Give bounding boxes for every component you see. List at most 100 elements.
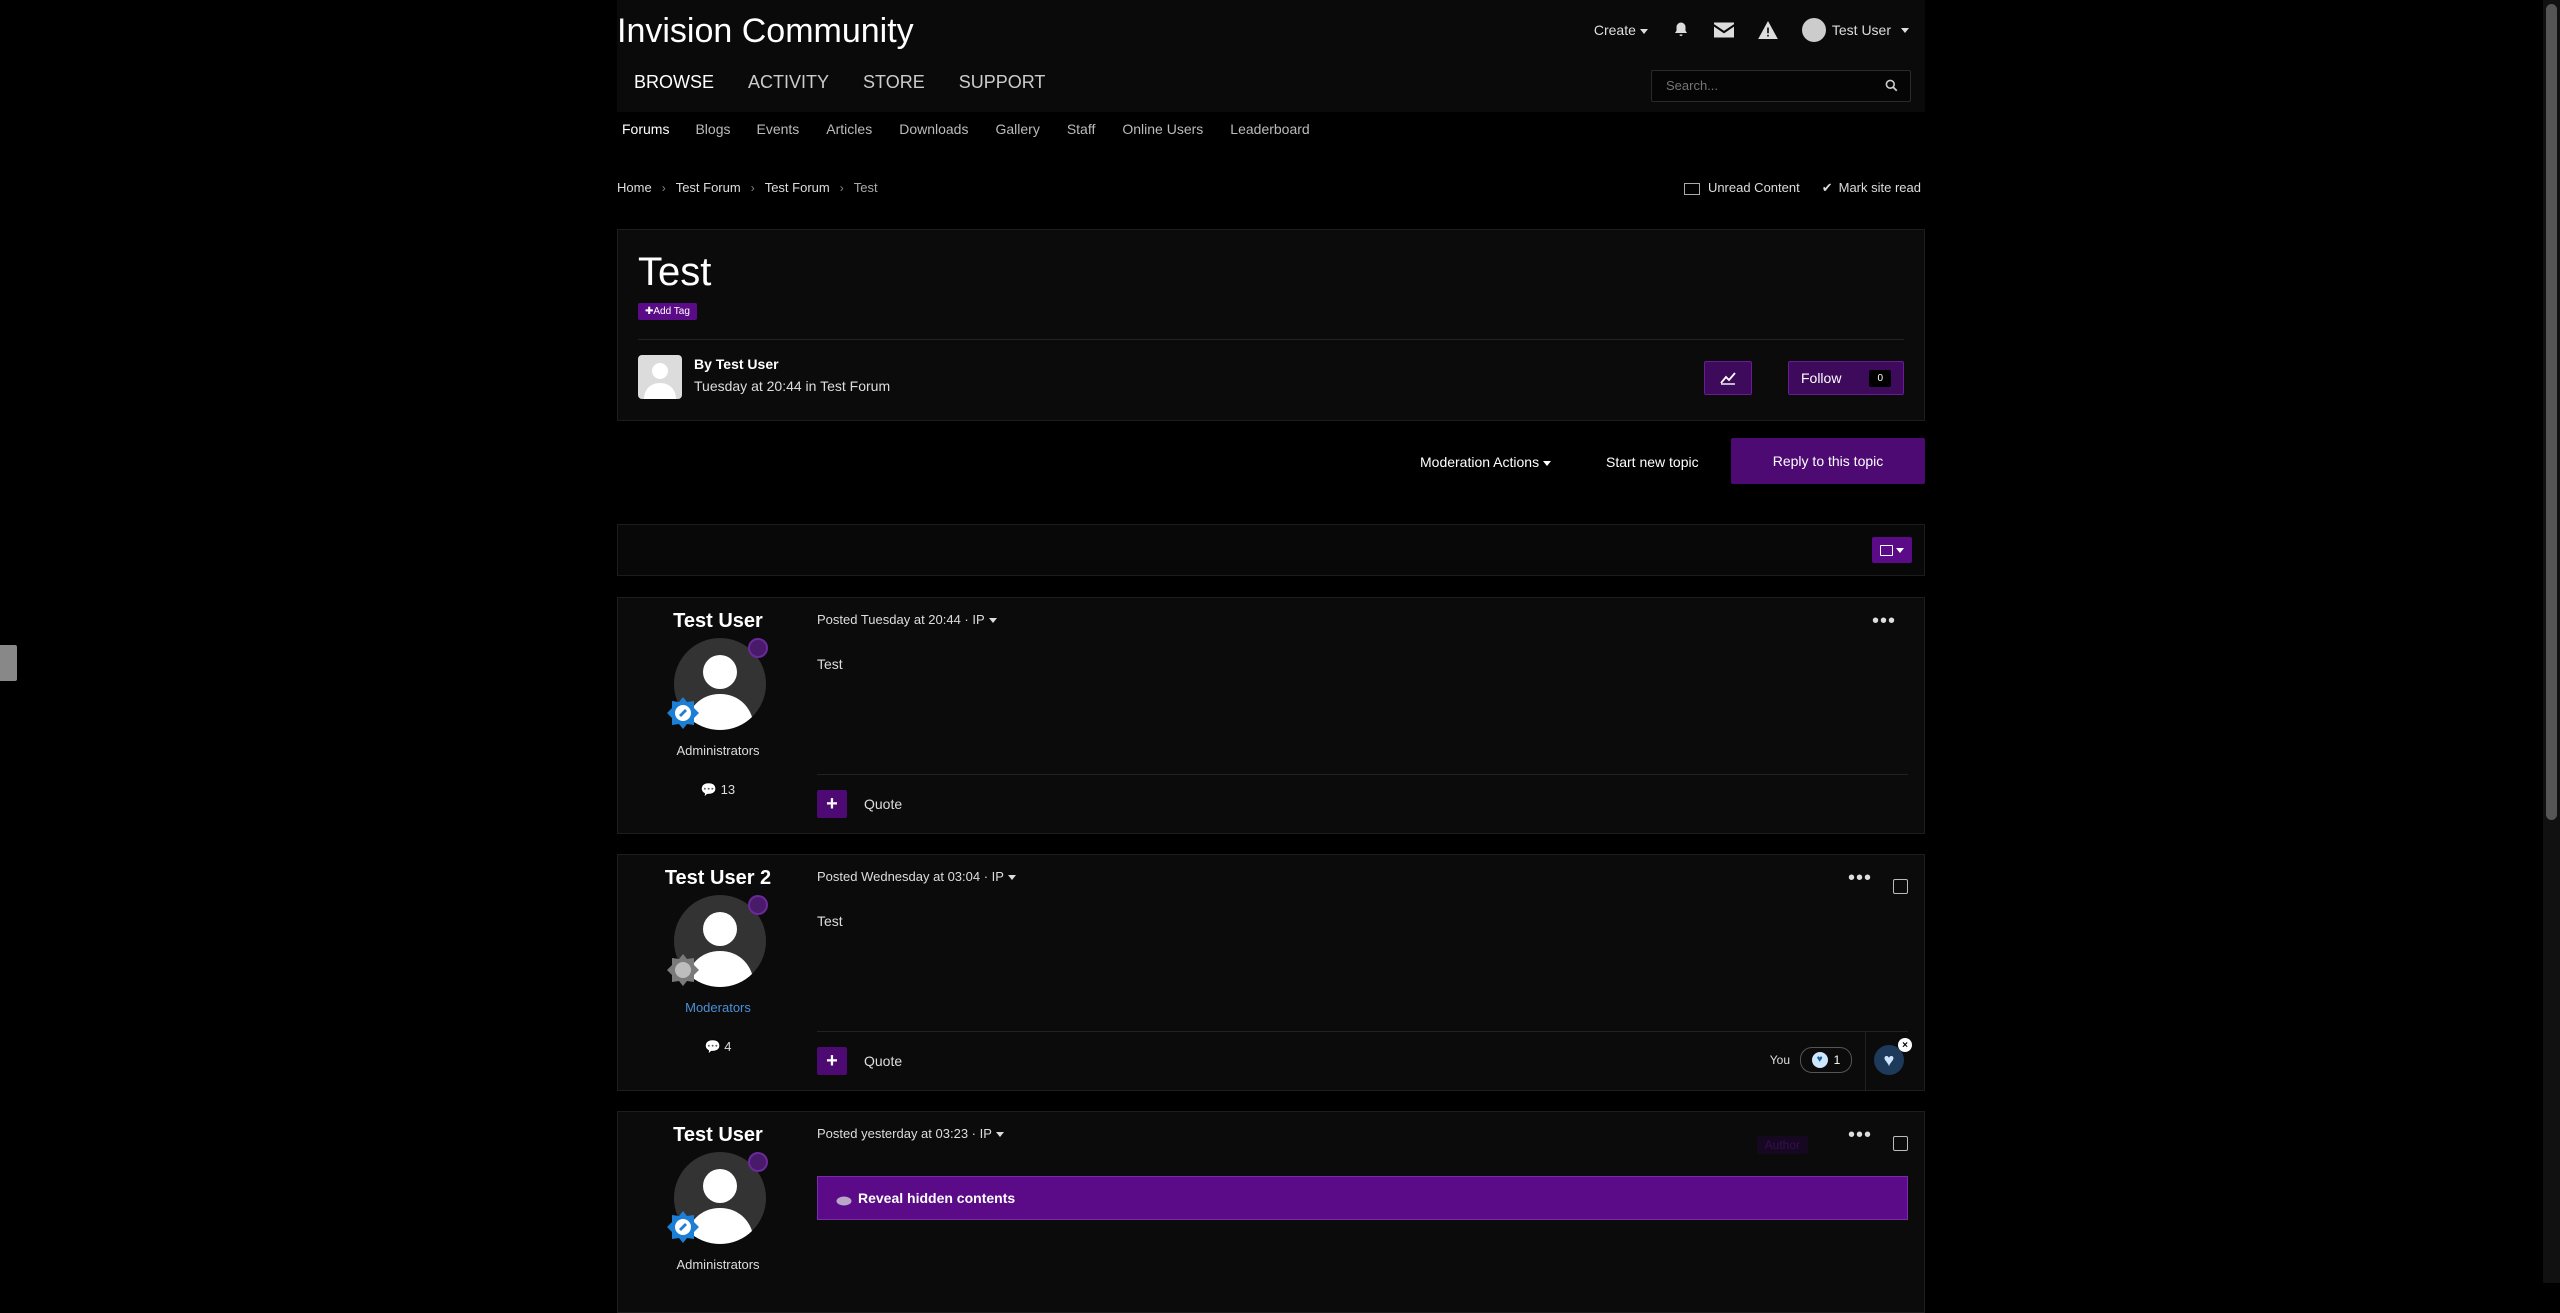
post-meta: Posted Tuesday at 20:44 · IP [817,612,997,627]
follow-count: 0 [1869,369,1892,387]
sub-nav-forums[interactable]: Forums [619,112,672,148]
author-badge: Author [1756,1136,1808,1154]
scrollbar-thumb[interactable] [2546,4,2557,820]
bell-icon[interactable] [1672,21,1690,39]
reaction-count: 1 [1833,1053,1841,1067]
rank-badge-icon [666,953,700,987]
newspaper-icon [1683,182,1700,195]
page-title: Test [638,250,712,294]
chevron-down-icon[interactable] [995,1132,1004,1138]
site-logo[interactable]: Invision Community [617,12,914,51]
checkbox-icon [1880,544,1893,556]
tab-activity[interactable]: ACTIVITY [731,72,846,93]
search-icon[interactable] [1885,79,1898,97]
unread-content-link[interactable]: Unread Content [1683,180,1800,196]
chevron-down-icon[interactable] [1007,875,1016,881]
more-options-icon[interactable]: ••• [1872,610,1896,633]
user-group[interactable]: Moderators [618,1000,818,1015]
breadcrumb-current: Test [853,180,878,195]
user-menu[interactable]: Test User [1801,18,1909,42]
sub-nav-events[interactable]: Events [753,112,802,148]
post: Test User Administrators 💬 13 Posted Tue… [617,597,1925,834]
create-menu[interactable]: Create [1594,22,1648,38]
mark-read-label: Mark site read [1838,180,1921,195]
comment-icon: 💬 [700,782,718,797]
post-meta-label: Posted yesterday at 03:23 · IP [817,1126,992,1141]
search-input[interactable] [1652,71,1880,99]
more-options-icon[interactable]: ••• [1848,1124,1872,1147]
topic-author[interactable]: By Test User [694,356,779,372]
reveal-label: Reveal hidden contents [858,1190,1016,1206]
sub-nav-downloads[interactable]: Downloads [896,112,971,148]
sub-nav-blogs[interactable]: Blogs [692,112,733,148]
post-filter-bar [617,524,1925,576]
chevron-right-icon: › [839,180,844,195]
moderation-label: Moderation Actions [1420,454,1540,470]
multiquote-button[interactable]: + [817,1047,847,1075]
mark-read-link[interactable]: ✔ Mark site read [1822,180,1921,196]
user-group: Administrators [676,1257,760,1272]
add-tag-label: Add Tag [653,306,690,317]
heart-icon: ♥ [1883,1049,1895,1070]
post-author[interactable]: Test User [618,1124,818,1147]
topic-header: Test ✚Add Tag By Test User Tuesday at 20… [617,229,1925,421]
follow-label: Follow [1800,370,1842,386]
post-author[interactable]: Test User 2 [618,867,818,890]
post-select-checkbox[interactable] [1893,1136,1908,1151]
post-count: 💬 4 [618,1039,818,1055]
tab-browse[interactable]: BROWSE [617,72,731,93]
unread-content-label: Unread Content [1707,180,1800,195]
warning-icon[interactable] [1758,21,1778,39]
tab-store[interactable]: STORE [846,72,942,93]
reply-button[interactable]: Reply to this topic [1731,438,1925,484]
post-select-checkbox[interactable] [1893,879,1908,894]
chevron-down-icon[interactable] [988,618,997,624]
post-content: Test [817,913,843,929]
moderation-actions-menu[interactable]: Moderation Actions [1420,454,1552,470]
sub-nav-online-users[interactable]: Online Users [1119,112,1206,148]
reaction-you-label: You [1769,1053,1790,1067]
user-nav: Create Test User [1594,18,1909,42]
reveal-hidden-contents-button[interactable]: Reveal hidden contents [817,1176,1908,1220]
divider [817,774,1908,775]
breadcrumb-subforum[interactable]: Test Forum [765,180,830,195]
comment-icon: 💬 [704,1039,721,1054]
more-options-icon[interactable]: ••• [1848,867,1872,890]
sub-nav-staff[interactable]: Staff [1064,112,1099,148]
multi-select-button[interactable] [1872,537,1912,563]
reaction-summary[interactable]: ♥ 1 [1800,1047,1852,1073]
quote-button[interactable]: Quote [864,1053,902,1069]
user-group: Administrators [676,743,760,758]
post-author[interactable]: Test User [618,610,818,633]
eye-icon [836,1193,852,1209]
chevron-right-icon: › [750,180,755,195]
multiquote-button[interactable]: + [817,790,847,818]
side-panel-tab[interactable] [0,645,17,681]
sub-nav-leaderboard[interactable]: Leaderboard [1227,112,1312,148]
breadcrumb-forum[interactable]: Test Forum [676,180,741,195]
chevron-down-icon [1639,28,1648,34]
topic-date: Tuesday at 20:44 in Test Forum [694,378,891,394]
start-new-topic-button[interactable]: Start new topic [1606,454,1699,470]
post: Test User 2 Moderators 💬 4 Posted Wednes… [617,854,1925,1091]
sub-nav-gallery[interactable]: Gallery [992,112,1042,148]
remove-reaction-icon[interactable]: × [1898,1038,1912,1052]
add-tag-button[interactable]: ✚Add Tag [638,303,697,320]
primary-nav: BROWSE ACTIVITY STORE SUPPORT [617,72,1062,93]
breadcrumb-home[interactable]: Home [617,180,652,195]
scrollbar[interactable] [2543,0,2560,1283]
quote-button[interactable]: Quote [864,796,902,812]
divider [638,339,1904,340]
mail-icon[interactable] [1713,22,1734,38]
status-icon [748,895,768,915]
post-count-value: 4 [724,1039,732,1054]
sub-nav-articles[interactable]: Articles [823,112,875,148]
follow-button[interactable]: Follow 0 [1788,361,1904,395]
activity-chart-button[interactable] [1704,361,1752,395]
rank-badge-icon [666,696,700,730]
rank-badge-icon [666,1210,700,1244]
tab-support[interactable]: SUPPORT [942,72,1063,93]
post-meta-label: Posted Tuesday at 20:44 · IP [817,612,985,627]
chart-icon [1720,372,1736,385]
avatar[interactable] [638,355,682,399]
